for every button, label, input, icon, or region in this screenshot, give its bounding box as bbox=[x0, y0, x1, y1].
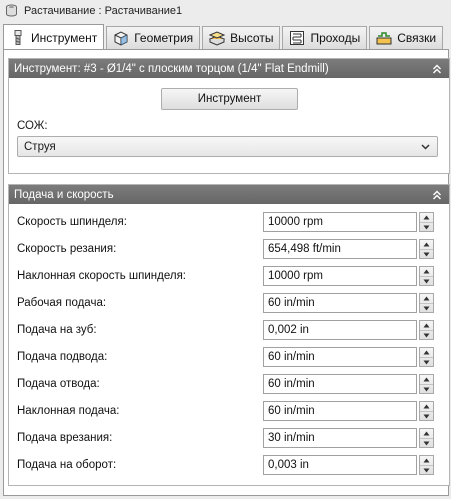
lead-in-feedrate-input[interactable]: 60 in/min bbox=[263, 347, 417, 367]
ramp-spindle-speed-row: Наклонная скорость шпинделя: 10000 rpm bbox=[17, 266, 441, 287]
row-label: Рабочая подача: bbox=[17, 297, 107, 309]
title-bar: Растачивание : Растачивание1 bbox=[0, 0, 451, 21]
row-label: Наклонная скорость шпинделя: bbox=[17, 270, 187, 282]
ramp-feedrate-input[interactable]: 60 in/min bbox=[263, 401, 417, 421]
tab-geometry[interactable]: Геометрия bbox=[106, 26, 201, 49]
row-label: Скорость шпинделя: bbox=[17, 216, 127, 228]
ramp-feedrate-spinner[interactable] bbox=[419, 401, 434, 421]
spin-up-icon[interactable] bbox=[420, 321, 433, 330]
tab-linking[interactable]: Связки bbox=[369, 26, 444, 49]
row-label: Подача отвода: bbox=[17, 378, 100, 390]
tool-group-header[interactable]: Инструмент: #3 - Ø1/4" с плоским торцом … bbox=[9, 59, 449, 78]
cutting-feedrate-input[interactable]: 60 in/min bbox=[263, 293, 417, 313]
spin-up-icon[interactable] bbox=[420, 456, 433, 465]
plunge-feedrate-input[interactable]: 30 in/min bbox=[263, 428, 417, 448]
spin-up-icon[interactable] bbox=[420, 267, 433, 276]
spin-down-icon[interactable] bbox=[420, 465, 433, 474]
passes-icon bbox=[289, 30, 305, 46]
tab-content-panel: Инструмент: #3 - Ø1/4" с плоским торцом … bbox=[3, 49, 450, 496]
row-label: Подача на оборот: bbox=[17, 459, 117, 471]
spin-up-icon[interactable] bbox=[420, 213, 433, 222]
tab-label: Связки bbox=[397, 31, 437, 45]
tool-group-title: Инструмент: #3 - Ø1/4" с плоским торцом … bbox=[14, 62, 329, 75]
cutting-speed-row: Скорость резания: 654,498 ft/min bbox=[17, 239, 441, 260]
cutting-feedrate-spinner[interactable] bbox=[419, 293, 434, 313]
window-title: Растачивание : Растачивание1 bbox=[24, 4, 183, 17]
heights-icon bbox=[209, 30, 226, 46]
row-label: Скорость резания: bbox=[17, 243, 117, 255]
collapse-icon[interactable] bbox=[429, 61, 445, 77]
linking-icon bbox=[376, 30, 392, 46]
coolant-value: Струя bbox=[24, 140, 56, 153]
collapse-icon[interactable] bbox=[429, 187, 445, 203]
geometry-cube-icon bbox=[113, 30, 129, 46]
spindle-speed-row: Скорость шпинделя: 10000 rpm bbox=[17, 212, 441, 233]
coolant-select[interactable]: Струя bbox=[17, 136, 438, 157]
spin-up-icon[interactable] bbox=[420, 294, 433, 303]
row-label: Наклонная подача: bbox=[17, 405, 120, 417]
tab-passes[interactable]: Проходы bbox=[282, 26, 368, 49]
row-label: Подача на зуб: bbox=[17, 324, 97, 336]
spin-down-icon[interactable] bbox=[420, 303, 433, 312]
spindle-speed-spinner[interactable] bbox=[419, 212, 434, 232]
spin-down-icon[interactable] bbox=[420, 384, 433, 393]
spin-down-icon[interactable] bbox=[420, 330, 433, 339]
ramp-feedrate-row: Наклонная подача: 60 in/min bbox=[17, 401, 441, 422]
feed-per-tooth-input[interactable]: 0,002 in bbox=[263, 320, 417, 340]
spin-up-icon[interactable] bbox=[420, 402, 433, 411]
tool-icon bbox=[10, 29, 26, 46]
tab-label: Геометрия bbox=[134, 31, 194, 45]
feed-per-revolution-input[interactable]: 0,003 in bbox=[263, 455, 417, 475]
row-label: Подача подвода: bbox=[17, 351, 108, 363]
ramp-spindle-speed-spinner[interactable] bbox=[419, 266, 434, 286]
ramp-spindle-speed-input[interactable]: 10000 rpm bbox=[263, 266, 417, 286]
coolant-label: СОЖ: bbox=[17, 120, 48, 132]
tool-group: Инструмент: #3 - Ø1/4" с плоским торцом … bbox=[8, 58, 450, 174]
lead-in-feedrate-spinner[interactable] bbox=[419, 347, 434, 367]
feed-per-tooth-row: Подача на зуб: 0,002 in bbox=[17, 320, 441, 341]
select-tool-button[interactable]: Инструмент bbox=[161, 88, 298, 110]
lead-out-feedrate-input[interactable]: 60 in/min bbox=[263, 374, 417, 394]
spin-down-icon[interactable] bbox=[420, 249, 433, 258]
tab-label: Инструмент bbox=[31, 30, 98, 45]
plunge-feedrate-row: Подача врезания: 30 in/min bbox=[17, 428, 441, 449]
spin-up-icon[interactable] bbox=[420, 375, 433, 384]
lead-in-feedrate-row: Подача подвода: 60 in/min bbox=[17, 347, 441, 368]
feed-per-revolution-row: Подача на оборот: 0,003 in bbox=[17, 455, 441, 476]
chevron-down-icon bbox=[420, 141, 431, 155]
cutting-feedrate-row: Рабочая подача: 60 in/min bbox=[17, 293, 441, 314]
spin-down-icon[interactable] bbox=[420, 438, 433, 447]
spindle-speed-input[interactable]: 10000 rpm bbox=[263, 212, 417, 232]
lead-out-feedrate-spinner[interactable] bbox=[419, 374, 434, 394]
spin-up-icon[interactable] bbox=[420, 429, 433, 438]
spin-up-icon[interactable] bbox=[420, 240, 433, 249]
spin-down-icon[interactable] bbox=[420, 411, 433, 420]
spin-up-icon[interactable] bbox=[420, 348, 433, 357]
feed-speed-group: Подача и скорость Скорость шпинделя: 100… bbox=[8, 184, 450, 486]
spin-down-icon[interactable] bbox=[420, 357, 433, 366]
tab-tool[interactable]: Инструмент bbox=[3, 24, 105, 50]
spin-down-icon[interactable] bbox=[420, 276, 433, 285]
feed-per-tooth-spinner[interactable] bbox=[419, 320, 434, 340]
feed-speed-group-header[interactable]: Подача и скорость bbox=[9, 185, 449, 204]
boring-operation-icon bbox=[5, 4, 18, 17]
cutting-speed-spinner[interactable] bbox=[419, 239, 434, 259]
lead-out-feedrate-row: Подача отвода: 60 in/min bbox=[17, 374, 441, 395]
row-label: Подача врезания: bbox=[17, 432, 113, 444]
tab-label: Проходы bbox=[310, 31, 361, 45]
plunge-feedrate-spinner[interactable] bbox=[419, 428, 434, 448]
cutting-speed-input[interactable]: 654,498 ft/min bbox=[263, 239, 417, 259]
feed-per-revolution-spinner[interactable] bbox=[419, 455, 434, 475]
feed-speed-group-title: Подача и скорость bbox=[14, 188, 114, 201]
tab-heights[interactable]: Высоты bbox=[202, 26, 281, 49]
tab-bar: Инструмент Геометрия Высоты Проходы Связ… bbox=[3, 24, 449, 50]
tab-label: Высоты bbox=[230, 31, 274, 45]
spin-down-icon[interactable] bbox=[420, 222, 433, 231]
